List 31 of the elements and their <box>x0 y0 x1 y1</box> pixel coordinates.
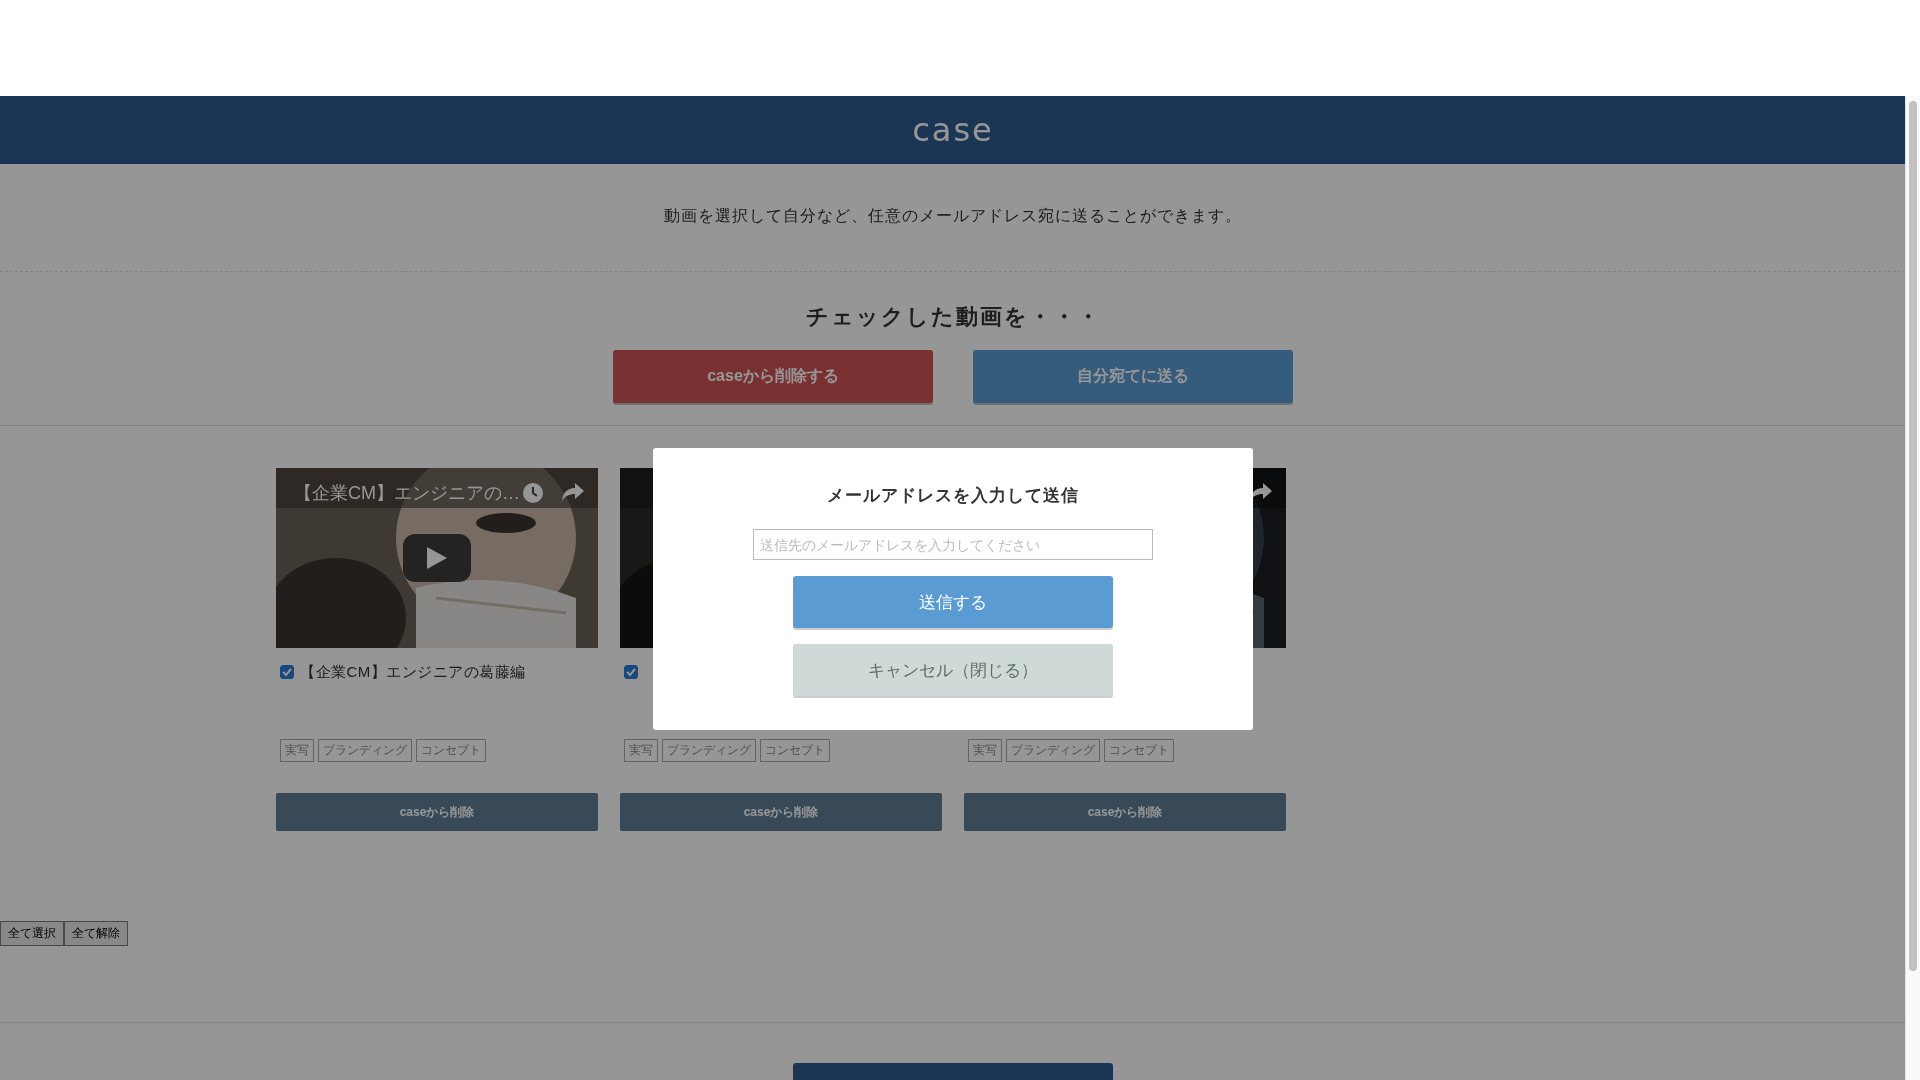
share-icon[interactable] <box>1250 482 1272 502</box>
selection-button[interactable]: 全て選択 <box>0 921 64 946</box>
scrollbar[interactable] <box>1905 96 1920 1080</box>
cancel-button[interactable]: キャンセル（閉じる） <box>793 644 1113 696</box>
section-heading: チェックした動画を・・・ <box>805 303 1101 331</box>
tag: ブランディング <box>318 739 412 762</box>
tag: 実写 <box>624 739 658 762</box>
tag: コンセプト <box>1104 739 1174 762</box>
modal-title: メールアドレスを入力して送信 <box>827 485 1079 507</box>
selection-button[interactable]: 全て解除 <box>64 921 128 946</box>
checkbox[interactable] <box>624 665 638 679</box>
tag: 実写 <box>968 739 1002 762</box>
tag: 実写 <box>280 739 314 762</box>
intro-text: 動画を選択して自分など、任意のメールアドレス宛に送ることができます。 <box>664 206 1242 226</box>
play-icon[interactable] <box>427 547 447 569</box>
video-name: 【企業CM】エンジニアの葛藤編 <box>300 662 526 682</box>
remove-button[interactable]: caseから削除 <box>964 793 1286 831</box>
checkbox[interactable] <box>280 665 294 679</box>
tag: ブランディング <box>662 739 756 762</box>
tag: コンセプト <box>760 739 830 762</box>
logo[interactable]: case <box>912 111 994 149</box>
email-field[interactable]: 送信先のメールアドレスを入力してください <box>753 529 1153 560</box>
clock-icon[interactable] <box>522 482 544 504</box>
tag: ブランディング <box>1006 739 1100 762</box>
tag: コンセプト <box>416 739 486 762</box>
delete-button[interactable]: caseから削除する <box>613 350 933 403</box>
remove-button[interactable]: caseから削除 <box>620 793 942 831</box>
submit-button[interactable]: 送信する <box>793 576 1113 628</box>
send-button[interactable]: 自分宛てに送る <box>973 350 1293 403</box>
play-button[interactable] <box>403 534 471 582</box>
remove-button[interactable]: caseから削除 <box>276 793 598 831</box>
